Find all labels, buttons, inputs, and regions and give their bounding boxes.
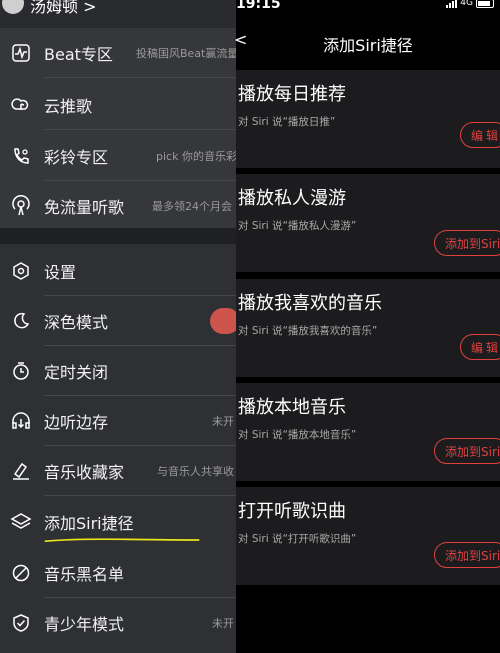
menu-label: 彩铃专区 — [44, 148, 109, 167]
edit-button[interactable]: 编辑 — [460, 334, 500, 360]
menu-item-ringtone[interactable]: 彩铃专区 pick 你的音乐彩 — [0, 131, 236, 181]
blacklist-icon — [10, 562, 32, 584]
group-separator — [0, 228, 236, 244]
menu-label: 设置 — [44, 263, 77, 282]
menu-sub: 与音乐人共享收 — [157, 465, 234, 478]
shortcut-name: 播放每日推荐 — [238, 84, 346, 105]
moon-icon — [10, 310, 32, 332]
add-to-siri-button[interactable]: 添加到Siri — [434, 438, 500, 464]
menu-label: 边听边存 — [44, 413, 109, 432]
menu-label: 音乐收藏家 — [44, 463, 125, 482]
collector-icon — [10, 460, 32, 482]
page-title: 添加Siri捷径 — [323, 36, 413, 55]
battery-icon — [476, 0, 494, 8]
shortcut-hint: 对 Siri 说“播放我喜欢的音乐” — [238, 325, 378, 337]
add-to-siri-button[interactable]: 添加到Siri — [434, 230, 500, 256]
menu-sub: 未开 — [212, 415, 234, 428]
menu-item-cloud-push[interactable]: 云推歌 — [0, 80, 236, 130]
menu-item-settings[interactable]: 设置 — [0, 246, 236, 296]
shortcut-card: 播放私人漫游 对 Siri 说“播放私人漫游” 添加到Siri — [236, 174, 500, 272]
cloud-music-icon — [10, 94, 32, 116]
shield-check-icon — [10, 612, 32, 634]
shortcut-card: 播放我喜欢的音乐 对 Siri 说“播放我喜欢的音乐” 编辑 — [236, 279, 500, 377]
shortcut-card: 播放本地音乐 对 Siri 说“播放本地音乐” 添加到Siri — [236, 383, 500, 481]
shortcut-name: 播放私人漫游 — [238, 188, 346, 209]
highlight-underline — [44, 538, 200, 542]
menu-item-sleep-timer[interactable]: 定时关闭 — [0, 346, 236, 396]
timer-icon — [10, 360, 32, 382]
shortcut-name: 播放本地音乐 — [238, 397, 346, 418]
add-to-siri-button[interactable]: 添加到Siri — [434, 542, 500, 568]
username[interactable]: 汤姆顿 > — [30, 0, 97, 17]
menu-sub: 最多领24个月会 — [152, 200, 232, 213]
menu-item-listen-save[interactable]: 边听边存 未开 — [0, 396, 236, 446]
ringtone-icon — [10, 145, 32, 167]
shortcut-card: 打开听歌识曲 对 Siri 说“打开听歌识曲” 添加到Siri — [236, 487, 500, 585]
side-drawer: 汤姆顿 > Beat专区 投稿国风Beat赢流量 云推歌 彩铃专区 pick 你… — [0, 0, 236, 653]
beat-wave-icon — [10, 42, 32, 64]
shortcut-hint: 对 Siri 说“播放私人漫游” — [238, 220, 357, 232]
menu-item-dark-mode[interactable]: 深色模式 — [0, 296, 236, 346]
drawer-group-features: Beat专区 投稿国风Beat赢流量 云推歌 彩铃专区 pick 你的音乐彩 免… — [0, 28, 236, 244]
menu-item-collector[interactable]: 音乐收藏家 与音乐人共享收 — [0, 446, 236, 496]
free-data-icon — [10, 195, 32, 217]
shortcut-hint: 对 Siri 说“播放本地音乐” — [238, 429, 357, 441]
menu-label: 深色模式 — [44, 313, 109, 332]
menu-label: 免流量听歌 — [44, 198, 125, 217]
status-indicators: 4G — [446, 0, 494, 8]
shortcut-name: 打开听歌识曲 — [238, 501, 346, 522]
menu-sub: 投稿国风Beat赢流量 — [136, 47, 236, 60]
edit-button[interactable]: 编辑 — [460, 122, 500, 148]
menu-item-beat[interactable]: Beat专区 投稿国风Beat赢流量 — [0, 28, 236, 78]
divider — [44, 77, 236, 78]
drawer-group-settings: 设置 深色模式 定时关闭 边听边存 未开 音乐收藏家 与音乐人共享收 添加Sir… — [0, 244, 236, 653]
menu-sub: pick 你的音乐彩 — [156, 150, 236, 163]
settings-icon — [10, 260, 32, 282]
nav-bar: < 添加Siri捷径 — [234, 22, 500, 64]
toggle-switch[interactable] — [210, 308, 236, 334]
status-time: 19:15 — [236, 0, 281, 12]
menu-item-free-data[interactable]: 免流量听歌 最多领24个月会 — [0, 181, 236, 231]
shortcut-hint: 对 Siri 说“播放日推” — [238, 116, 336, 128]
menu-label: 云推歌 — [44, 97, 93, 116]
menu-label: 青少年模式 — [44, 615, 125, 634]
menu-item-teen-mode[interactable]: 青少年模式 未开 — [0, 598, 236, 648]
menu-label: 添加Siri捷径 — [44, 514, 134, 533]
listen-save-icon — [10, 410, 32, 432]
network-type: 4G — [460, 0, 473, 8]
status-bar: 19:15 4G — [236, 0, 500, 14]
drawer-profile[interactable]: 汤姆顿 > — [0, 0, 236, 22]
shortcut-hint: 对 Siri 说“打开听歌识曲” — [238, 533, 357, 545]
menu-sub: 未开 — [212, 617, 234, 630]
shortcut-name: 播放我喜欢的音乐 — [238, 293, 382, 314]
menu-label: 定时关闭 — [44, 363, 109, 382]
divider — [44, 495, 236, 496]
layers-icon — [10, 511, 32, 533]
menu-label: 音乐黑名单 — [44, 565, 125, 584]
siri-shortcuts-page: 19:15 4G < 添加Siri捷径 播放每日推荐 对 Siri 说“播放日推… — [234, 0, 500, 653]
avatar[interactable] — [2, 0, 24, 14]
signal-icon — [446, 0, 458, 8]
divider — [44, 129, 236, 130]
menu-label: Beat专区 — [44, 45, 113, 64]
shortcut-card: 播放每日推荐 对 Siri 说“播放日推” 编辑 — [236, 70, 500, 168]
menu-item-blacklist[interactable]: 音乐黑名单 — [0, 548, 236, 598]
